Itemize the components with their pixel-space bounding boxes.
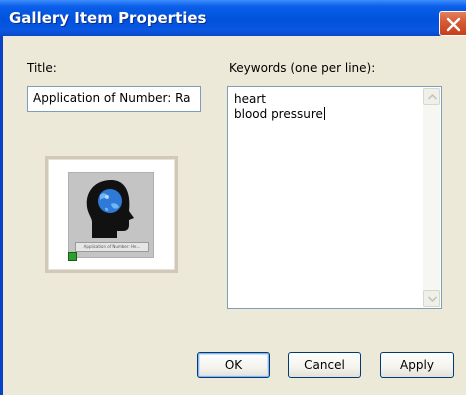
window-border bbox=[0, 36, 3, 395]
scroll-down-button[interactable] bbox=[423, 290, 440, 307]
arrow-down-icon bbox=[428, 296, 437, 302]
keywords-content: heart blood pressure bbox=[234, 92, 419, 122]
thumbnail-caption: Application of Number: He... bbox=[75, 242, 149, 252]
ok-button[interactable]: OK bbox=[197, 352, 270, 378]
keywords-textarea[interactable]: heart blood pressure bbox=[227, 86, 442, 309]
thumbnail-image: Application of Number: He... bbox=[68, 172, 154, 261]
text-caret bbox=[323, 107, 325, 120]
head-globe-icon bbox=[86, 180, 134, 238]
gallery-preview: Application of Number: He... bbox=[45, 156, 178, 273]
title-bar[interactable]: Gallery Item Properties bbox=[0, 0, 466, 36]
scroll-up-button[interactable] bbox=[423, 88, 440, 105]
close-icon bbox=[446, 17, 461, 32]
keyword-line-wrapper: blood pressure bbox=[234, 107, 419, 122]
window-title: Gallery Item Properties bbox=[9, 9, 207, 27]
arrow-up-icon bbox=[428, 94, 437, 100]
title-label: Title: bbox=[27, 61, 57, 75]
cancel-button[interactable]: Cancel bbox=[288, 352, 361, 378]
keyword-line: blood pressure bbox=[234, 107, 323, 121]
keywords-scrollbar[interactable] bbox=[423, 88, 440, 307]
close-button[interactable] bbox=[439, 11, 466, 36]
title-input[interactable]: Application of Number: Ra bbox=[27, 86, 201, 112]
status-badge bbox=[68, 252, 77, 261]
keyword-line: heart bbox=[234, 92, 266, 106]
apply-button[interactable]: Apply bbox=[380, 352, 454, 378]
keywords-label: Keywords (one per line): bbox=[229, 61, 376, 75]
